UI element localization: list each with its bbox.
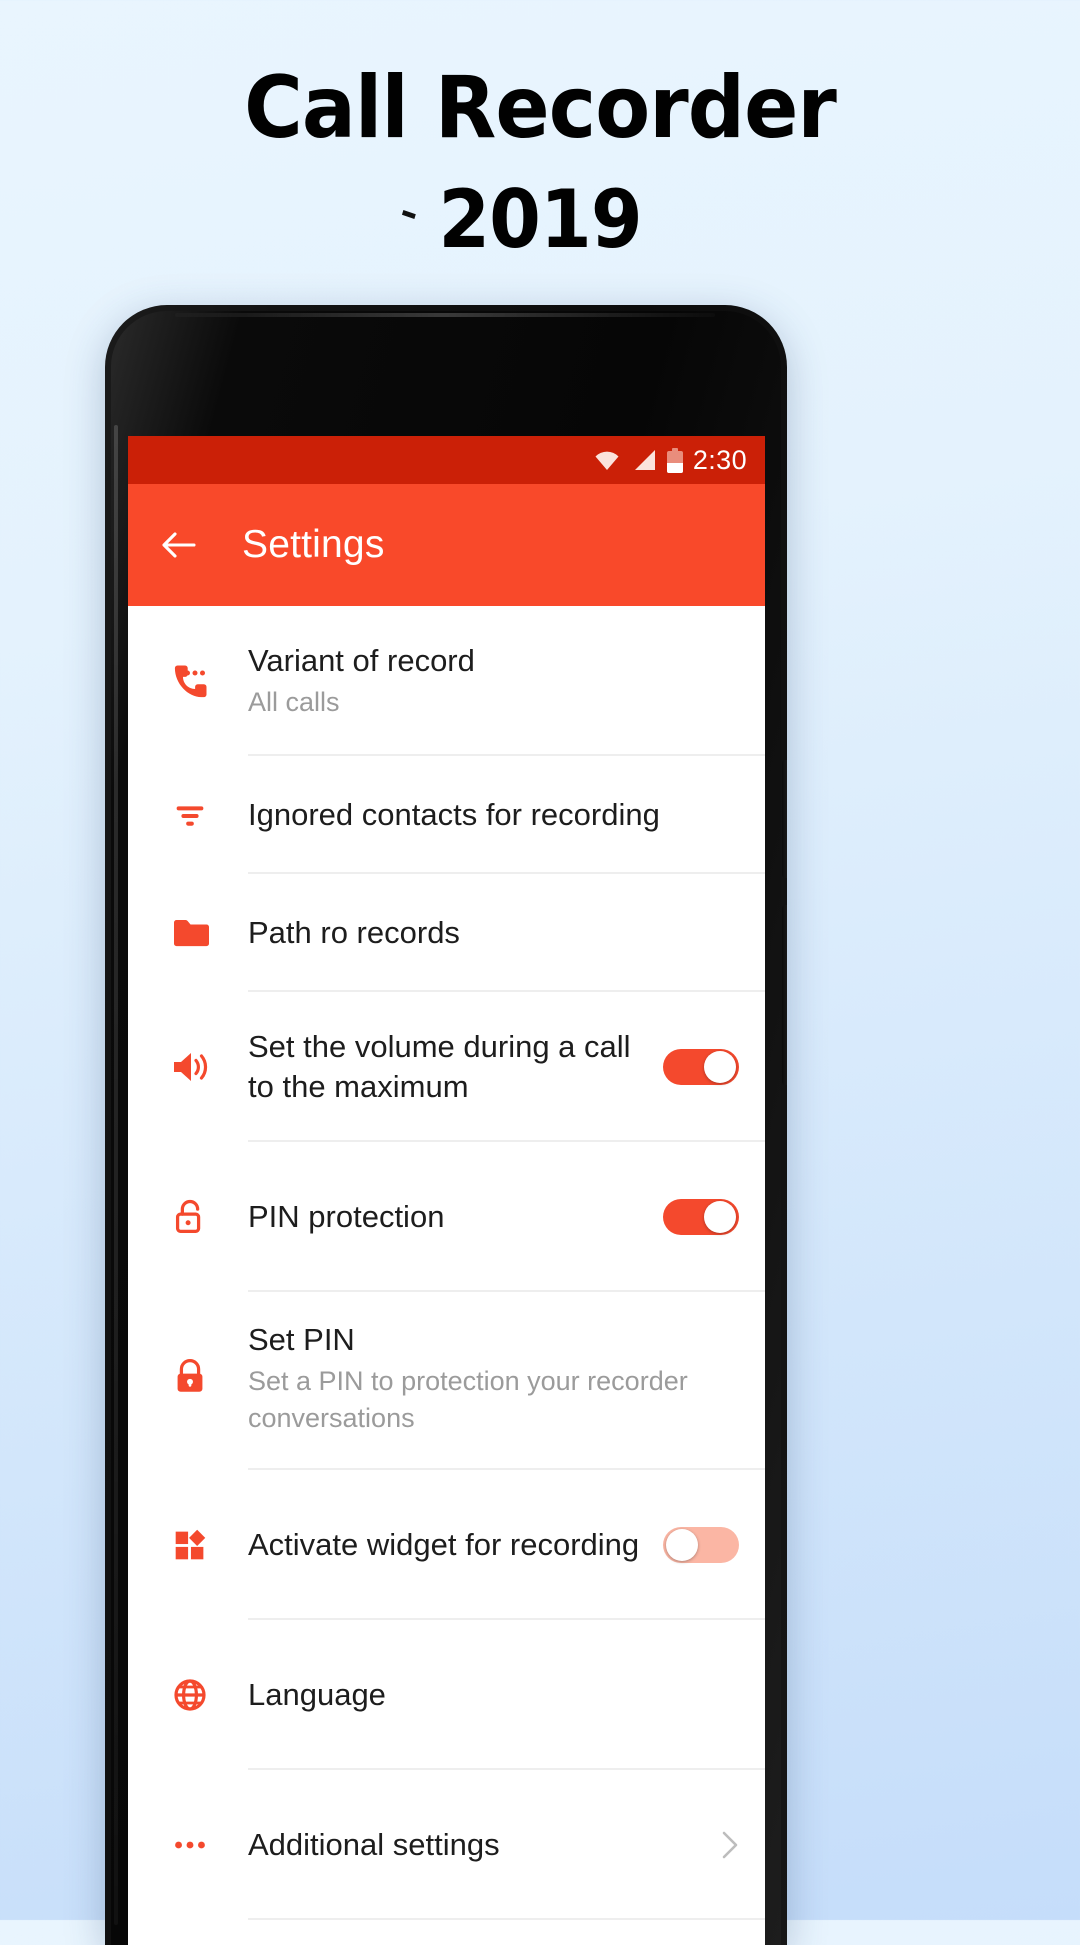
toggle-activate-widget[interactable] [663, 1527, 739, 1563]
settings-row-max-volume[interactable]: Set the volume during a call to the maxi… [128, 992, 765, 1142]
toggle-pin-protection[interactable] [663, 1199, 739, 1235]
settings-row-ignored-contacts[interactable]: Ignored contacts for recording [128, 756, 765, 874]
toggle-knob [704, 1201, 736, 1233]
chevron-right-icon [717, 1828, 743, 1862]
settings-row-subtitle: Set a PIN to protection your recorder co… [248, 1366, 688, 1433]
poster-title: Call Recorder 2019 [0, 52, 1080, 276]
settings-row-text: Activate widget for recording [224, 1525, 663, 1565]
back-arrow-icon[interactable] [158, 525, 198, 565]
phone-dots-icon [156, 659, 224, 703]
settings-row-activate-widget[interactable]: Activate widget for recording [128, 1470, 765, 1620]
settings-row-text: Set the volume during a call to the maxi… [224, 1027, 663, 1107]
toggle-max-volume[interactable] [663, 1049, 739, 1085]
settings-row-text: Variant of record All calls [224, 641, 743, 721]
settings-row-text: Path ro records [224, 913, 743, 953]
status-bar-clock: 2:30 [692, 444, 747, 475]
lock-closed-icon [156, 1320, 224, 1398]
volume-button[interactable] [782, 905, 787, 1085]
settings-row-title: Path ro records [248, 915, 460, 950]
settings-row-title: Set the volume during a call to the maxi… [248, 1029, 631, 1104]
phone-screen: 2:30 Settings Variant of record All call… [128, 436, 765, 1945]
lock-open-icon [156, 1196, 224, 1238]
settings-row-variant-of-record[interactable]: Variant of record All calls [128, 606, 765, 756]
settings-row-language[interactable]: Language [128, 1620, 765, 1770]
bezel-highlight-top [175, 313, 715, 317]
settings-row-text: Additional settings [224, 1825, 717, 1865]
globe-icon [156, 1673, 224, 1717]
title-artifact-mark [401, 209, 416, 220]
page-title: Settings [242, 523, 385, 566]
filter-icon [156, 794, 224, 836]
settings-row-title: Set PIN [248, 1322, 355, 1357]
poster-title-line-2-text: 2019 [438, 173, 642, 266]
settings-row-title: Variant of record [248, 643, 475, 678]
settings-row-text: Language [224, 1675, 743, 1715]
settings-row-title: Additional settings [248, 1827, 500, 1862]
battery-icon [666, 447, 683, 473]
app-bar: Settings [128, 484, 765, 606]
settings-row-title: Language [248, 1677, 386, 1712]
power-button[interactable] [782, 760, 787, 878]
settings-row-text: PIN protection [224, 1197, 663, 1237]
settings-row-title: Activate widget for recording [248, 1527, 640, 1562]
settings-row-text: Set PIN Set a PIN to protection your rec… [224, 1320, 743, 1437]
poster-title-line-1: Call Recorder [244, 58, 837, 158]
settings-row-additional-settings[interactable]: Additional settings [128, 1770, 765, 1920]
folder-icon [156, 911, 224, 955]
settings-row-set-pin[interactable]: Set PIN Set a PIN to protection your rec… [128, 1292, 765, 1470]
settings-row-title: PIN protection [248, 1199, 445, 1234]
phone-mockup: 2:30 Settings Variant of record All call… [105, 305, 787, 1945]
toggle-knob [704, 1051, 736, 1083]
toggle-knob [666, 1529, 698, 1561]
settings-row-pin-protection[interactable]: PIN protection [128, 1142, 765, 1292]
volume-icon [156, 1045, 224, 1089]
more-dots-icon [156, 1824, 224, 1866]
bezel-highlight-left [114, 425, 118, 1925]
settings-row-subtitle: All calls [248, 687, 340, 717]
status-bar: 2:30 [128, 436, 765, 484]
wifi-icon [593, 449, 621, 471]
settings-row-title: Ignored contacts for recording [248, 797, 660, 832]
signal-icon [631, 449, 657, 471]
settings-row-text: Ignored contacts for recording [224, 795, 743, 835]
settings-row-path-to-records[interactable]: Path ro records [128, 874, 765, 992]
settings-list: Variant of record All calls Ignored cont… [128, 606, 765, 1920]
widget-icon [156, 1524, 224, 1566]
poster-title-line-2: 2019 [38, 164, 1042, 276]
